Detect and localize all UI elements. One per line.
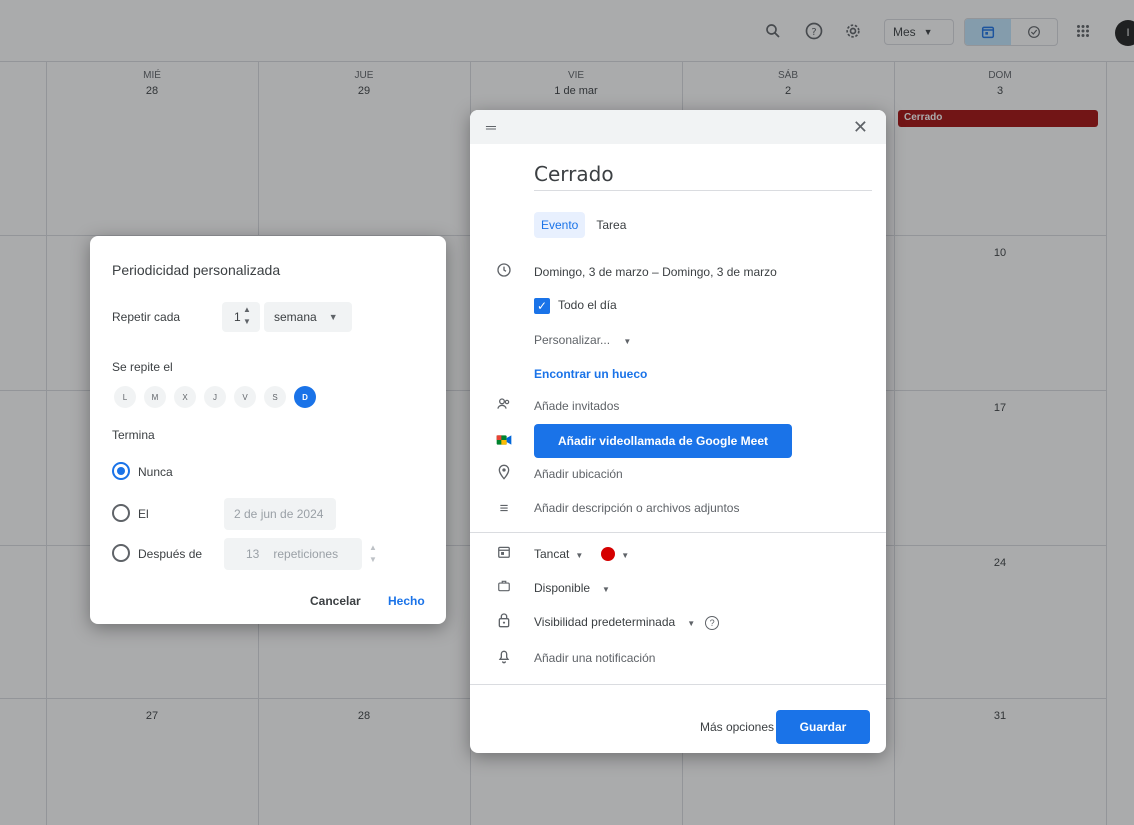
day-toggle-saturday[interactable]: S [264, 386, 286, 408]
day-toggle-thursday[interactable]: J [204, 386, 226, 408]
repeats-on-label: Se repite el [112, 360, 173, 374]
calendar-selector[interactable]: Tancat [534, 547, 569, 561]
occurrences-count: 13 [246, 547, 260, 561]
briefcase-icon [494, 579, 514, 597]
chevron-down-icon: ▼ [575, 550, 584, 560]
availability-selector[interactable]: Disponible [534, 581, 590, 595]
guests-row[interactable]: Añade invitados [470, 394, 886, 418]
notification-row[interactable]: Añadir una notificación [470, 646, 886, 670]
day-toggle-friday[interactable]: V [234, 386, 256, 408]
meet-icon [494, 433, 514, 451]
ends-never-label[interactable]: Nunca [138, 465, 173, 479]
date-range[interactable]: Domingo, 3 de marzo – Domingo, 3 de marz… [534, 265, 777, 279]
date-row[interactable]: Domingo, 3 de marzo – Domingo, 3 de marz… [470, 260, 886, 284]
add-meet-button[interactable]: Añadir videollamada de Google Meet [534, 424, 792, 458]
ends-never-radio[interactable] [112, 462, 130, 480]
add-description[interactable]: Añadir descripción o archivos adjuntos [534, 501, 739, 515]
interval-input[interactable]: 1 [222, 302, 260, 332]
add-notification[interactable]: Añadir una notificación [534, 651, 655, 665]
customize-dropdown[interactable]: Personalizar... [534, 333, 610, 347]
interval-stepper[interactable]: ▲ ▼ [242, 304, 252, 328]
ends-on-label[interactable]: El [138, 507, 149, 521]
ends-after-label[interactable]: Después de [138, 547, 202, 561]
save-button[interactable]: Guardar [776, 710, 870, 744]
visibility-row[interactable]: Visibilidad predeterminada ▼? [470, 610, 886, 634]
all-day-row[interactable]: ✓ Todo el día [470, 294, 886, 318]
find-slot-row[interactable]: Encontrar un hueco [470, 362, 886, 386]
event-type-tabs: Evento Tarea [534, 212, 633, 238]
location-row[interactable]: Añadir ubicación [470, 462, 886, 486]
ends-label: Termina [112, 428, 155, 442]
done-button[interactable]: Hecho [388, 594, 425, 608]
day-toggle-monday[interactable]: L [114, 386, 136, 408]
calendar-row[interactable]: Tancat ▼ ▼ [470, 542, 886, 566]
event-editor-dialog: ═ ✕ Cerrado Evento Tarea Domingo, 3 de m… [470, 110, 886, 753]
day-toggle-tuesday[interactable]: M [144, 386, 166, 408]
occurrences-field[interactable]: 13 repeticiones [224, 538, 362, 570]
calendar-icon [494, 545, 514, 563]
visibility-selector[interactable]: Visibilidad predeterminada [534, 615, 675, 629]
lock-icon [494, 612, 514, 632]
custom-recurrence-dialog: Periodicidad personalizada Repetir cada … [90, 236, 446, 624]
chevron-down-icon: ▼ [621, 550, 630, 560]
event-color-dot[interactable] [601, 547, 616, 562]
occurrences-stepper[interactable]: ▲ ▼ [368, 542, 378, 566]
event-title[interactable]: Cerrado [534, 162, 872, 191]
drag-handle-icon[interactable]: ═ [486, 119, 496, 135]
occurrences-unit: repeticiones [273, 547, 339, 561]
add-guests[interactable]: Añade invitados [534, 399, 619, 413]
tab-task[interactable]: Tarea [589, 212, 633, 238]
unit-select[interactable]: semana ▼ [264, 302, 352, 332]
people-icon [494, 396, 514, 416]
all-day-checkbox[interactable]: ✓ [534, 298, 550, 314]
customize-row[interactable]: Personalizar... ▼ [470, 328, 886, 352]
ends-after-radio[interactable] [112, 544, 130, 562]
chevron-down-icon: ▼ [602, 585, 610, 594]
end-date-field[interactable]: 2 de jun de 2024 [224, 498, 336, 530]
description-row[interactable]: ≡ Añadir descripción o archivos adjuntos [470, 496, 886, 520]
all-day-label: Todo el día [558, 298, 617, 313]
find-slot-link[interactable]: Encontrar un hueco [534, 367, 647, 381]
clock-icon [494, 262, 514, 282]
add-location[interactable]: Añadir ubicación [534, 467, 623, 481]
description-lines-icon: ≡ [499, 499, 509, 517]
chevron-down-icon: ▼ [687, 618, 696, 628]
editor-header[interactable]: ═ ✕ [470, 110, 886, 144]
unit-select-value: semana [274, 310, 317, 324]
dialog-title: Periodicidad personalizada [112, 262, 281, 278]
chevron-down-icon: ▼ [623, 337, 632, 346]
more-options-button[interactable]: Más opciones [700, 720, 774, 734]
day-toggle-wednesday[interactable]: X [174, 386, 196, 408]
location-pin-icon [494, 464, 514, 484]
close-icon[interactable]: ✕ [853, 117, 868, 138]
help-icon[interactable]: ? [705, 615, 720, 630]
availability-row[interactable]: Disponible ▼ [470, 576, 886, 600]
bell-icon [494, 648, 514, 668]
tab-event[interactable]: Evento [534, 212, 586, 238]
cancel-button[interactable]: Cancelar [310, 594, 361, 608]
day-toggle-sunday[interactable]: D [294, 386, 316, 408]
chevron-down-icon: ▼ [328, 312, 338, 322]
ends-on-radio[interactable] [112, 504, 130, 522]
weekday-selector: L M X J V S D [114, 386, 316, 408]
repeat-every-label: Repetir cada [112, 310, 181, 324]
